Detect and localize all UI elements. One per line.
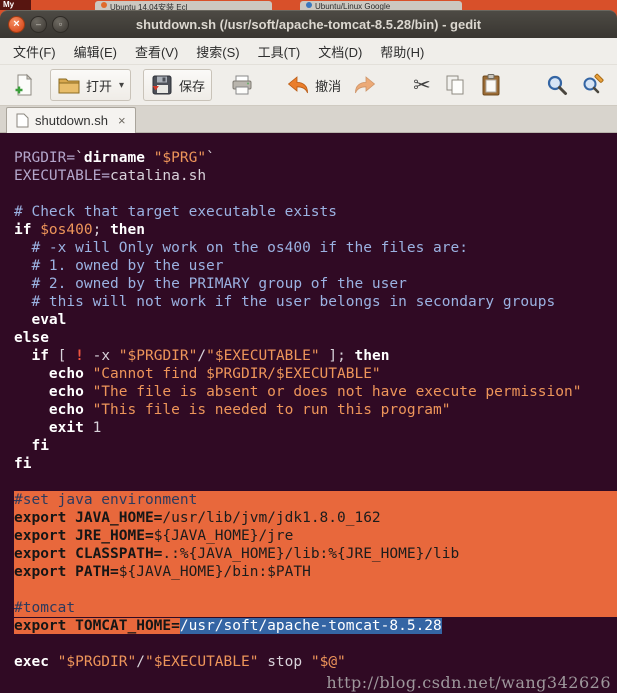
menu-item[interactable]: 搜索(S) xyxy=(187,38,248,65)
code-line-22: export JRE_HOME=${JAVA_HOME}/jre xyxy=(14,527,617,545)
find-replace-icon xyxy=(583,73,604,94)
menu-item[interactable]: 文档(D) xyxy=(309,38,371,65)
code-line-29: exec "$PRGDIR"/"$EXECUTABLE" stop "$@" xyxy=(14,654,346,670)
background-browser-tab-2[interactable]: Ubuntu/Linux Google xyxy=(300,1,462,10)
code-line-10: eval xyxy=(31,312,67,328)
favicon-icon xyxy=(306,2,312,8)
code-line-8: # 2. owned by the PRIMARY group of the u… xyxy=(14,276,407,292)
code-line-24: export PATH=${JAVA_HOME}/bin:$PATH xyxy=(14,563,617,581)
new-document-icon xyxy=(15,73,33,96)
tab-label: shutdown.sh xyxy=(35,113,108,128)
code-line-15: echo "This file is needed to run this pr… xyxy=(48,402,451,418)
code-area: PRGDIR=`dirname "$PRG"` EXECUTABLE=catali… xyxy=(0,133,617,671)
code-line-23: export CLASSPATH=.:%{JAVA_HOME}/lib:%{JR… xyxy=(14,545,617,563)
search-icon xyxy=(547,75,567,95)
background-windows-strip: My Ubuntu 14.04安装 Ecl Ubuntu/Linux Googl… xyxy=(0,0,617,10)
background-window-label: My xyxy=(0,0,31,10)
maximize-icon: ▫ xyxy=(58,19,63,29)
cut-button[interactable]: ✂ xyxy=(407,70,437,100)
save-icon xyxy=(152,75,172,95)
copy-icon xyxy=(446,75,464,95)
document-tab-bar: shutdown.sh × xyxy=(0,106,617,133)
menu-item[interactable]: 文件(F) xyxy=(4,38,65,65)
menu-item[interactable]: 帮助(H) xyxy=(371,38,433,65)
code-line-18: fi xyxy=(14,456,32,472)
code-line-20: #set java environment xyxy=(14,491,617,509)
background-browser-tab-1[interactable]: Ubuntu 14.04安装 Ecl xyxy=(95,1,272,10)
favicon-icon xyxy=(101,2,107,8)
close-window-button[interactable]: × xyxy=(8,16,25,33)
redo-icon xyxy=(355,76,376,94)
text-editor[interactable]: PRGDIR=`dirname "$PRG"` EXECUTABLE=catali… xyxy=(0,133,617,693)
background-tab-label: Ubuntu/Linux Google xyxy=(315,2,391,10)
code-line-12: if [ ! -x "$PRGDIR"/"$EXECUTABLE" ]; the… xyxy=(31,348,390,364)
search-button[interactable] xyxy=(539,70,575,100)
new-document-button[interactable] xyxy=(6,70,42,100)
code-line-16: exit 1 xyxy=(48,420,102,436)
printer-icon xyxy=(232,75,252,95)
code-line-14: echo "The file is absent or does not hav… xyxy=(48,384,582,400)
close-icon: × xyxy=(13,18,20,30)
menu-bar: 文件(F) 编辑(E) 查看(V) 搜索(S) 工具(T) 文档(D) 帮助(H) xyxy=(0,38,617,65)
code-line-21: export JAVA_HOME=/usr/lib/jvm/jdk1.8.0_1… xyxy=(14,509,617,527)
paste-clipboard-icon xyxy=(482,74,500,96)
redo-button[interactable] xyxy=(347,70,383,100)
open-button-label: 打开 xyxy=(86,78,113,94)
find-replace-button[interactable] xyxy=(575,70,611,100)
code-line-1: PRGDIR=`dirname "$PRG"` xyxy=(14,150,215,166)
print-button[interactable] xyxy=(224,70,260,100)
undo-button[interactable]: 撤消 xyxy=(280,70,347,100)
menu-item[interactable]: 查看(V) xyxy=(126,38,187,65)
code-line-9: # this will not work if the user belongs… xyxy=(14,294,556,310)
tab-shutdown-sh[interactable]: shutdown.sh × xyxy=(6,107,136,133)
open-button[interactable]: 打开 ▾ xyxy=(50,69,132,101)
minimize-icon: – xyxy=(35,19,41,29)
chevron-down-icon[interactable]: ▾ xyxy=(119,80,124,91)
window-title: shutdown.sh (/usr/soft/apache-tomcat-8.5… xyxy=(135,17,482,32)
copy-button[interactable] xyxy=(437,70,473,100)
cut-scissors-icon: ✂ xyxy=(413,73,431,97)
maximize-window-button[interactable]: ▫ xyxy=(52,16,69,33)
tab-close-icon[interactable]: × xyxy=(118,113,126,128)
main-toolbar: 打开 ▾ 保存 撤消 ✂ xyxy=(0,65,617,106)
code-line-6: # -x will Only work on the os400 if the … xyxy=(14,240,468,256)
undo-button-label: 撤消 xyxy=(315,78,342,94)
code-line-2: EXECUTABLE=catalina.sh xyxy=(14,168,207,184)
watermark-text: http://blog.csdn.net/wang342626 xyxy=(326,673,611,692)
menu-item[interactable]: 编辑(E) xyxy=(65,38,126,65)
background-tab-label: Ubuntu 14.04安装 Ecl xyxy=(110,3,188,10)
gedit-window: × – ▫ shutdown.sh (/usr/soft/apache-tomc… xyxy=(0,10,617,693)
code-line-7: # 1. owned by the user xyxy=(14,258,224,274)
window-controls: × – ▫ xyxy=(0,16,69,33)
save-button[interactable]: 保存 xyxy=(143,69,213,101)
code-line-26: #tomcat xyxy=(14,599,617,617)
paste-button[interactable] xyxy=(473,70,509,100)
code-line-27: export TOMCAT_HOME=/usr/soft/apache-tomc… xyxy=(14,618,442,634)
menu-item[interactable]: 工具(T) xyxy=(249,38,310,65)
document-icon xyxy=(16,113,29,128)
code-line-11: else xyxy=(14,330,49,346)
code-line-13: echo "Cannot find $PRGDIR/$EXECUTABLE" xyxy=(48,366,381,382)
code-line-5: if $os400; then xyxy=(14,222,145,238)
open-folder-icon xyxy=(58,78,80,94)
code-line-17: fi xyxy=(31,438,49,454)
minimize-window-button[interactable]: – xyxy=(30,16,47,33)
code-line-4: # Check that target executable exists xyxy=(14,204,338,220)
code-line-25 xyxy=(14,581,617,599)
save-button-label: 保存 xyxy=(179,78,206,94)
undo-icon xyxy=(287,76,308,94)
titlebar[interactable]: × – ▫ shutdown.sh (/usr/soft/apache-tomc… xyxy=(0,10,617,38)
